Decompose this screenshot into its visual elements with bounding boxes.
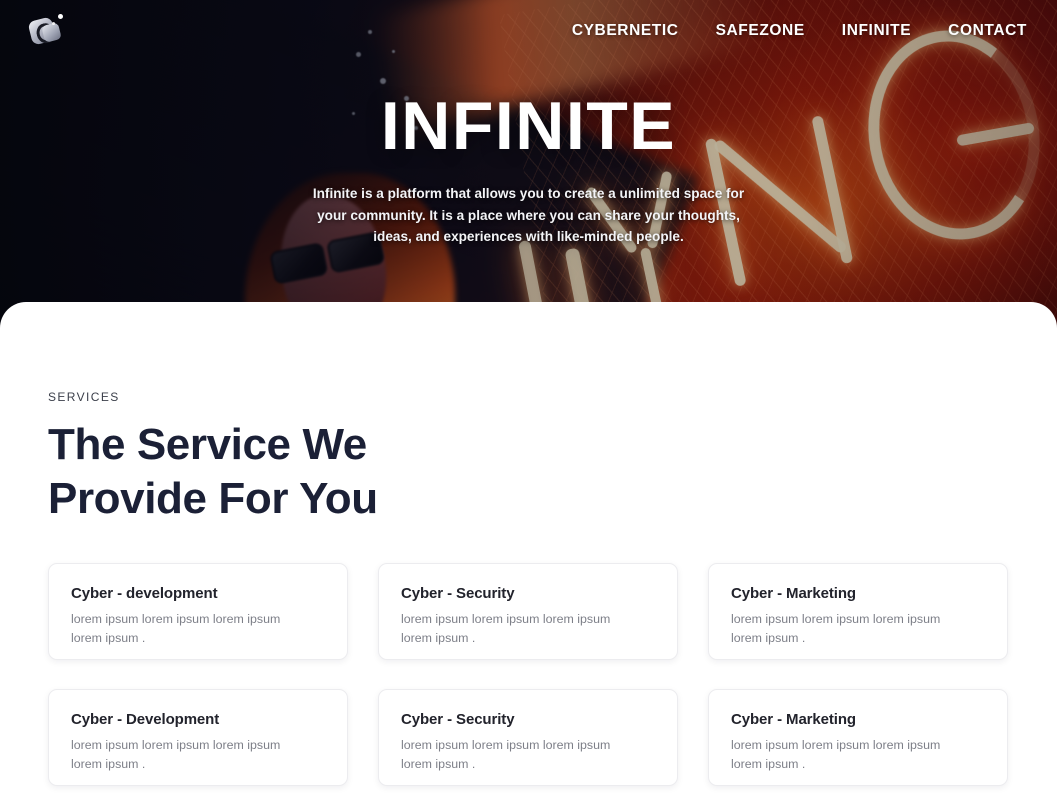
service-card-title: Cyber - Marketing [731, 585, 856, 603]
service-card[interactable]: Cyber - Development lorem ipsum lorem ip… [48, 689, 348, 787]
hero-section: CYBERNETIC SAFEZONE INFINITE CONTACT INF… [0, 0, 1057, 330]
logo-shape-secondary [41, 22, 62, 43]
nav-link-contact[interactable]: CONTACT [948, 22, 1027, 40]
service-card-description: lorem ipsum lorem ipsum lorem ipsum lore… [401, 612, 611, 645]
infinite-logo-icon[interactable] [27, 11, 68, 51]
service-card[interactable]: Cyber - Security lorem ipsum lorem ipsum… [378, 563, 678, 661]
service-card[interactable]: Cyber - Marketing lorem ipsum lorem ipsu… [708, 689, 1008, 787]
logo-dot-large [58, 14, 63, 19]
services-eyebrow: SERVICES [48, 390, 120, 404]
nav-link-safezone[interactable]: SAFEZONE [716, 22, 805, 40]
service-card-description: lorem ipsum lorem ipsum lorem ipsum lore… [71, 612, 281, 645]
services-title: The Service We Provide For You [48, 420, 378, 523]
navbar: CYBERNETIC SAFEZONE INFINITE CONTACT [0, 0, 1057, 62]
nav-link-cybernetic[interactable]: CYBERNETIC [572, 22, 679, 40]
hero-title: INFINITE [380, 88, 677, 164]
service-card[interactable]: Cyber - Security lorem ipsum lorem ipsum… [378, 689, 678, 787]
hero-subtitle: Infinite is a platform that allows you t… [312, 186, 745, 244]
service-card-description: lorem ipsum lorem ipsum lorem ipsum lore… [71, 738, 281, 771]
service-card-title: Cyber - Development [71, 711, 220, 729]
hero-copy: INFINITE Infinite is a platform that all… [0, 88, 1057, 247]
service-card[interactable]: Cyber - development lorem ipsum lorem ip… [48, 563, 348, 661]
service-card-description: lorem ipsum lorem ipsum lorem ipsum lore… [731, 612, 941, 645]
service-card-description: lorem ipsum lorem ipsum lorem ipsum lore… [731, 738, 941, 771]
service-card-description: lorem ipsum lorem ipsum lorem ipsum lore… [401, 738, 611, 771]
nav-links: CYBERNETIC SAFEZONE INFINITE CONTACT [572, 22, 1027, 40]
service-card-title: Cyber - Security [401, 585, 515, 603]
logo-dot-small [52, 22, 55, 25]
nav-link-infinite[interactable]: INFINITE [842, 22, 911, 40]
service-card-title: Cyber - Marketing [731, 711, 856, 729]
service-card[interactable]: Cyber - Marketing lorem ipsum lorem ipsu… [708, 563, 1008, 661]
services-card-grid: Cyber - development lorem ipsum lorem ip… [48, 563, 1009, 787]
service-card-title: Cyber - development [71, 585, 218, 603]
services-section: SERVICES The Service We Provide For You … [0, 330, 1057, 787]
service-card-title: Cyber - Security [401, 711, 515, 729]
hero-bottom-rounded-mask [0, 302, 1057, 330]
